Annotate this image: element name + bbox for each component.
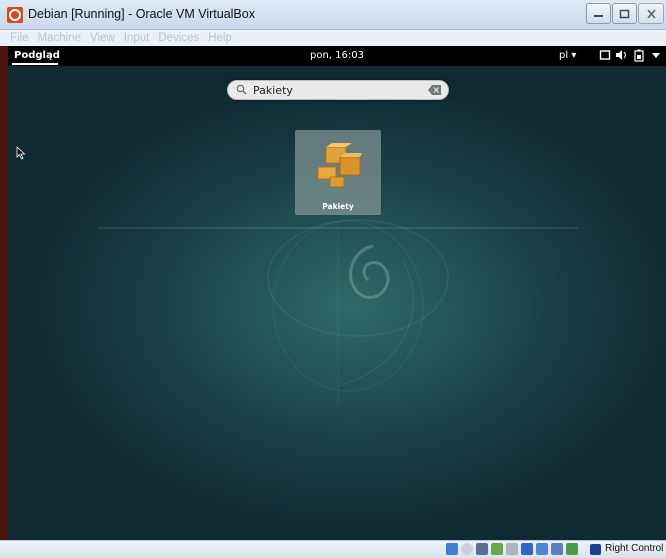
search-input[interactable] <box>253 83 423 98</box>
minimize-button[interactable] <box>586 3 611 24</box>
maximize-button[interactable] <box>612 3 637 24</box>
host-key-label: Right Control <box>605 543 664 554</box>
volume-icon[interactable] <box>615 49 629 61</box>
hdd-icon[interactable] <box>446 543 458 555</box>
window-title: Debian [Running] - Oracle VM VirtualBox <box>28 7 255 21</box>
video-capture-icon[interactable] <box>536 543 548 555</box>
guest-display[interactable]: Podgląd pon, 16:03 pl ▾ Pakiety Pakiety <box>8 46 666 540</box>
mouse-cursor-icon <box>16 146 26 160</box>
window-titlebar[interactable]: Debian [Running] - Oracle VM VirtualBox <box>0 0 666 30</box>
cpu-icon[interactable] <box>551 543 563 555</box>
search-result-tile[interactable]: Pakiety <box>295 130 381 215</box>
virtualbox-icon <box>7 7 23 23</box>
gnome-topbar: Podgląd pon, 16:03 pl ▾ <box>8 46 666 66</box>
menu-devices[interactable]: Devices <box>158 32 199 44</box>
battery-icon[interactable] <box>634 49 644 62</box>
vm-statusbar: Right Control <box>0 540 666 558</box>
device-status-icons <box>446 543 578 555</box>
activities-underline <box>12 63 58 65</box>
usb-icon[interactable] <box>476 543 488 555</box>
result-label: Pakiety <box>322 202 354 211</box>
clear-search-icon[interactable] <box>428 85 442 95</box>
vm-menubar: File Machine View Input Devices Help <box>0 30 666 46</box>
menu-arrow-icon[interactable] <box>652 53 660 59</box>
keyboard-layout-indicator[interactable]: pl ▾ <box>559 50 576 61</box>
close-icon <box>646 8 656 19</box>
search-icon <box>236 84 247 95</box>
screen-icon[interactable] <box>599 49 611 61</box>
shared-folders-icon[interactable] <box>491 543 503 555</box>
host-key-icon <box>590 544 601 555</box>
menu-view[interactable]: View <box>90 32 115 44</box>
language-label: pl <box>559 50 569 61</box>
optical-icon[interactable] <box>461 543 473 555</box>
mouse-integration-icon[interactable] <box>566 543 578 555</box>
network-icon[interactable] <box>521 543 533 555</box>
maximize-icon <box>619 9 630 18</box>
search-field[interactable] <box>227 80 449 100</box>
menu-input[interactable]: Input <box>124 32 150 44</box>
debian-swirl-background <box>98 219 578 406</box>
close-button[interactable] <box>638 3 664 24</box>
minimize-icon <box>594 14 603 17</box>
package-icon <box>317 143 362 188</box>
menu-help[interactable]: Help <box>208 32 232 44</box>
menu-machine[interactable]: Machine <box>38 32 81 44</box>
display-icon[interactable] <box>506 543 518 555</box>
menu-file[interactable]: File <box>10 32 29 44</box>
window-left-border <box>0 46 8 540</box>
